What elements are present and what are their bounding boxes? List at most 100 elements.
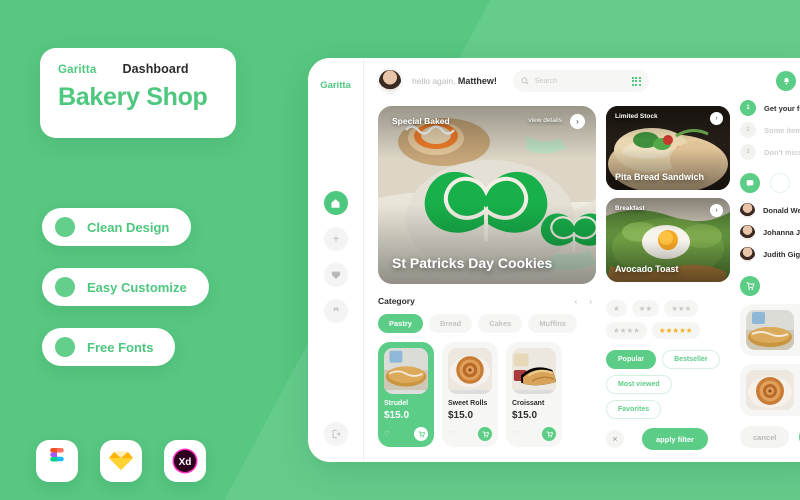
dashboard-content: Special Baked view details › St Patricks… <box>364 100 800 462</box>
card-next-arrow-icon[interactable]: › <box>710 112 723 125</box>
cancel-button[interactable]: cancel <box>740 426 790 448</box>
tag-chip-most-viewed[interactable]: Most viewed <box>606 375 672 394</box>
cart-icon[interactable] <box>740 276 760 296</box>
heart-icon[interactable]: ♡ <box>384 430 390 438</box>
search-input[interactable] <box>534 77 626 85</box>
rating-filter-1-star[interactable]: ★ <box>606 300 627 317</box>
product-card-strudel[interactable]: Strudel $15.0 ♡ <box>378 342 434 447</box>
user-name: Matthew! <box>457 76 497 86</box>
product-actions: ♡ <box>448 427 492 441</box>
category-chip-muffins[interactable]: Muffins <box>528 314 577 333</box>
category-next-icon[interactable]: › <box>589 297 592 306</box>
contact-row[interactable]: Judith Giggity <box>740 247 800 262</box>
tag-filter-group: Popular Bestseller Most viewed Favorites <box>606 350 730 419</box>
sidebar-item-settings[interactable] <box>323 299 348 323</box>
category-chip-pastry[interactable]: Pastry <box>378 314 423 333</box>
product-price: $15.0 <box>448 410 474 421</box>
topbar: hello again, Matthew! <box>364 58 800 104</box>
feature-pill-clean-design: Clean Design <box>42 208 192 246</box>
heart-icon[interactable]: ♡ <box>448 430 454 438</box>
search-bar[interactable] <box>512 70 649 92</box>
notification-text: Don't miss the ev <box>764 147 800 157</box>
feature-label: Free Fonts <box>87 339 154 355</box>
hero-card[interactable]: Special Baked view details › St Patricks… <box>378 106 596 284</box>
notification-row[interactable]: 2 Some item almos <box>740 122 800 138</box>
promo-header: Garitta Dashboard <box>58 62 218 76</box>
content-right-column: 1 Get your free cou 2 Some item almos 3 … <box>740 100 800 462</box>
promo-card-pita-bread-sandwich[interactable]: Limited Stock › Pita Bread Sandwich <box>606 106 730 190</box>
bullet-dot-icon <box>55 337 75 357</box>
contact-row[interactable]: Donald Weberma <box>740 203 800 218</box>
feature-pill-easy-customize: Easy Customize <box>42 268 209 306</box>
bullet-dot-icon <box>55 217 75 237</box>
sidebar-logo: Garitta <box>320 80 351 91</box>
contact-row[interactable]: Johanna Joan <box>740 225 800 240</box>
sidebar-item-home[interactable] <box>323 191 348 215</box>
dashboard-main: hello again, Matthew! Search Special Bak… <box>364 58 800 462</box>
feature-label: Easy Customize <box>87 279 187 295</box>
feature-label: Clean Design <box>87 219 170 235</box>
greeting: hello again, Matthew! <box>412 76 497 86</box>
sidebar-item-favorites[interactable] <box>323 263 348 287</box>
filter-actions: × apply filter <box>606 428 730 462</box>
cart-item-list: Strude $15.0 ‹ <box>740 304 800 416</box>
feature-pill-free-fonts: Free Fonts <box>42 328 176 366</box>
chat-icon[interactable] <box>740 173 760 193</box>
adobe-xd-icon: Xd <box>164 440 206 482</box>
notifications-button[interactable] <box>776 71 796 91</box>
close-filter-button[interactable]: × <box>606 430 624 448</box>
rating-filter-2-star[interactable]: ★★ <box>631 300 660 317</box>
grid-icon[interactable] <box>631 76 641 86</box>
card-tag: Limited Stock <box>615 113 658 120</box>
add-to-cart-button[interactable] <box>414 427 428 441</box>
contact-name: Donald Weberma <box>763 206 800 215</box>
add-to-cart-button[interactable] <box>478 427 492 441</box>
tag-chip-popular[interactable]: Popular <box>606 350 657 369</box>
hero-next-arrow-icon[interactable]: › <box>570 114 585 129</box>
rating-filter-4-star[interactable]: ★★★★ <box>606 322 647 339</box>
promo-card-avocado-toast[interactable]: Breakfast › Avocado Toast <box>606 198 730 282</box>
heart-icon[interactable]: ♡ <box>512 430 518 438</box>
tag-chip-bestseller[interactable]: Bestseller <box>662 350 720 369</box>
sketch-icon <box>100 440 142 482</box>
cart-actions: cancel <box>740 426 800 460</box>
avatar[interactable] <box>378 69 402 93</box>
product-actions: ♡ <box>384 427 428 441</box>
chat-action-circle[interactable] <box>770 173 790 193</box>
product-image <box>448 348 492 394</box>
category-chip-cakes[interactable]: Cakes <box>478 314 523 333</box>
category-prev-icon[interactable]: ‹ <box>575 297 578 306</box>
card-next-arrow-icon[interactable]: › <box>710 204 723 217</box>
tag-chip-favorites[interactable]: Favorites <box>606 400 662 419</box>
bullet-dot-icon <box>55 277 75 297</box>
product-card-sweet-rolls[interactable]: Sweet Rolls $15.0 ♡ <box>442 342 498 447</box>
product-price: $15.0 <box>384 410 410 421</box>
product-name: Croissant <box>512 400 545 407</box>
contact-list: Donald Weberma Johanna Joan Judith Giggi… <box>740 203 800 262</box>
product-card-croissant[interactable]: Croissant $15.0 ♡ <box>506 342 562 447</box>
cart-item[interactable]: Sweet $15.0 ‹ <box>740 364 800 416</box>
page-title: Bakery Shop <box>58 83 208 111</box>
category-chip-bread[interactable]: Bread <box>428 314 473 333</box>
hero-view-details-label[interactable]: view details <box>528 117 562 124</box>
notification-index: 2 <box>740 122 756 138</box>
cart-item[interactable]: Strude $15.0 ‹ <box>740 304 800 356</box>
sidebar-item-logout[interactable] <box>323 422 348 446</box>
sidebar-item-sparkle[interactable] <box>323 227 348 251</box>
product-actions: ♡ <box>512 427 556 441</box>
rating-filter-3-star[interactable]: ★★★ <box>664 300 699 317</box>
dashboard-sidebar: Garitta <box>308 58 364 462</box>
product-name: Sweet Rolls <box>448 400 488 407</box>
rating-filter-5-star[interactable]: ★★★★★ <box>651 322 700 339</box>
search-icon <box>521 77 529 85</box>
notification-index: 1 <box>740 100 756 116</box>
notification-list: 1 Get your free cou 2 Some item almos 3 … <box>740 100 800 160</box>
apply-filter-button[interactable]: apply filter <box>642 428 708 450</box>
chat-section-header <box>740 173 800 193</box>
notification-row[interactable]: 1 Get your free cou <box>740 100 800 116</box>
notification-row[interactable]: 3 Don't miss the ev <box>740 144 800 160</box>
app-icons-row: Xd <box>36 440 206 482</box>
hero-tag: Special Baked <box>392 116 450 126</box>
add-to-cart-button[interactable] <box>542 427 556 441</box>
notification-text: Some item almos <box>764 125 800 135</box>
